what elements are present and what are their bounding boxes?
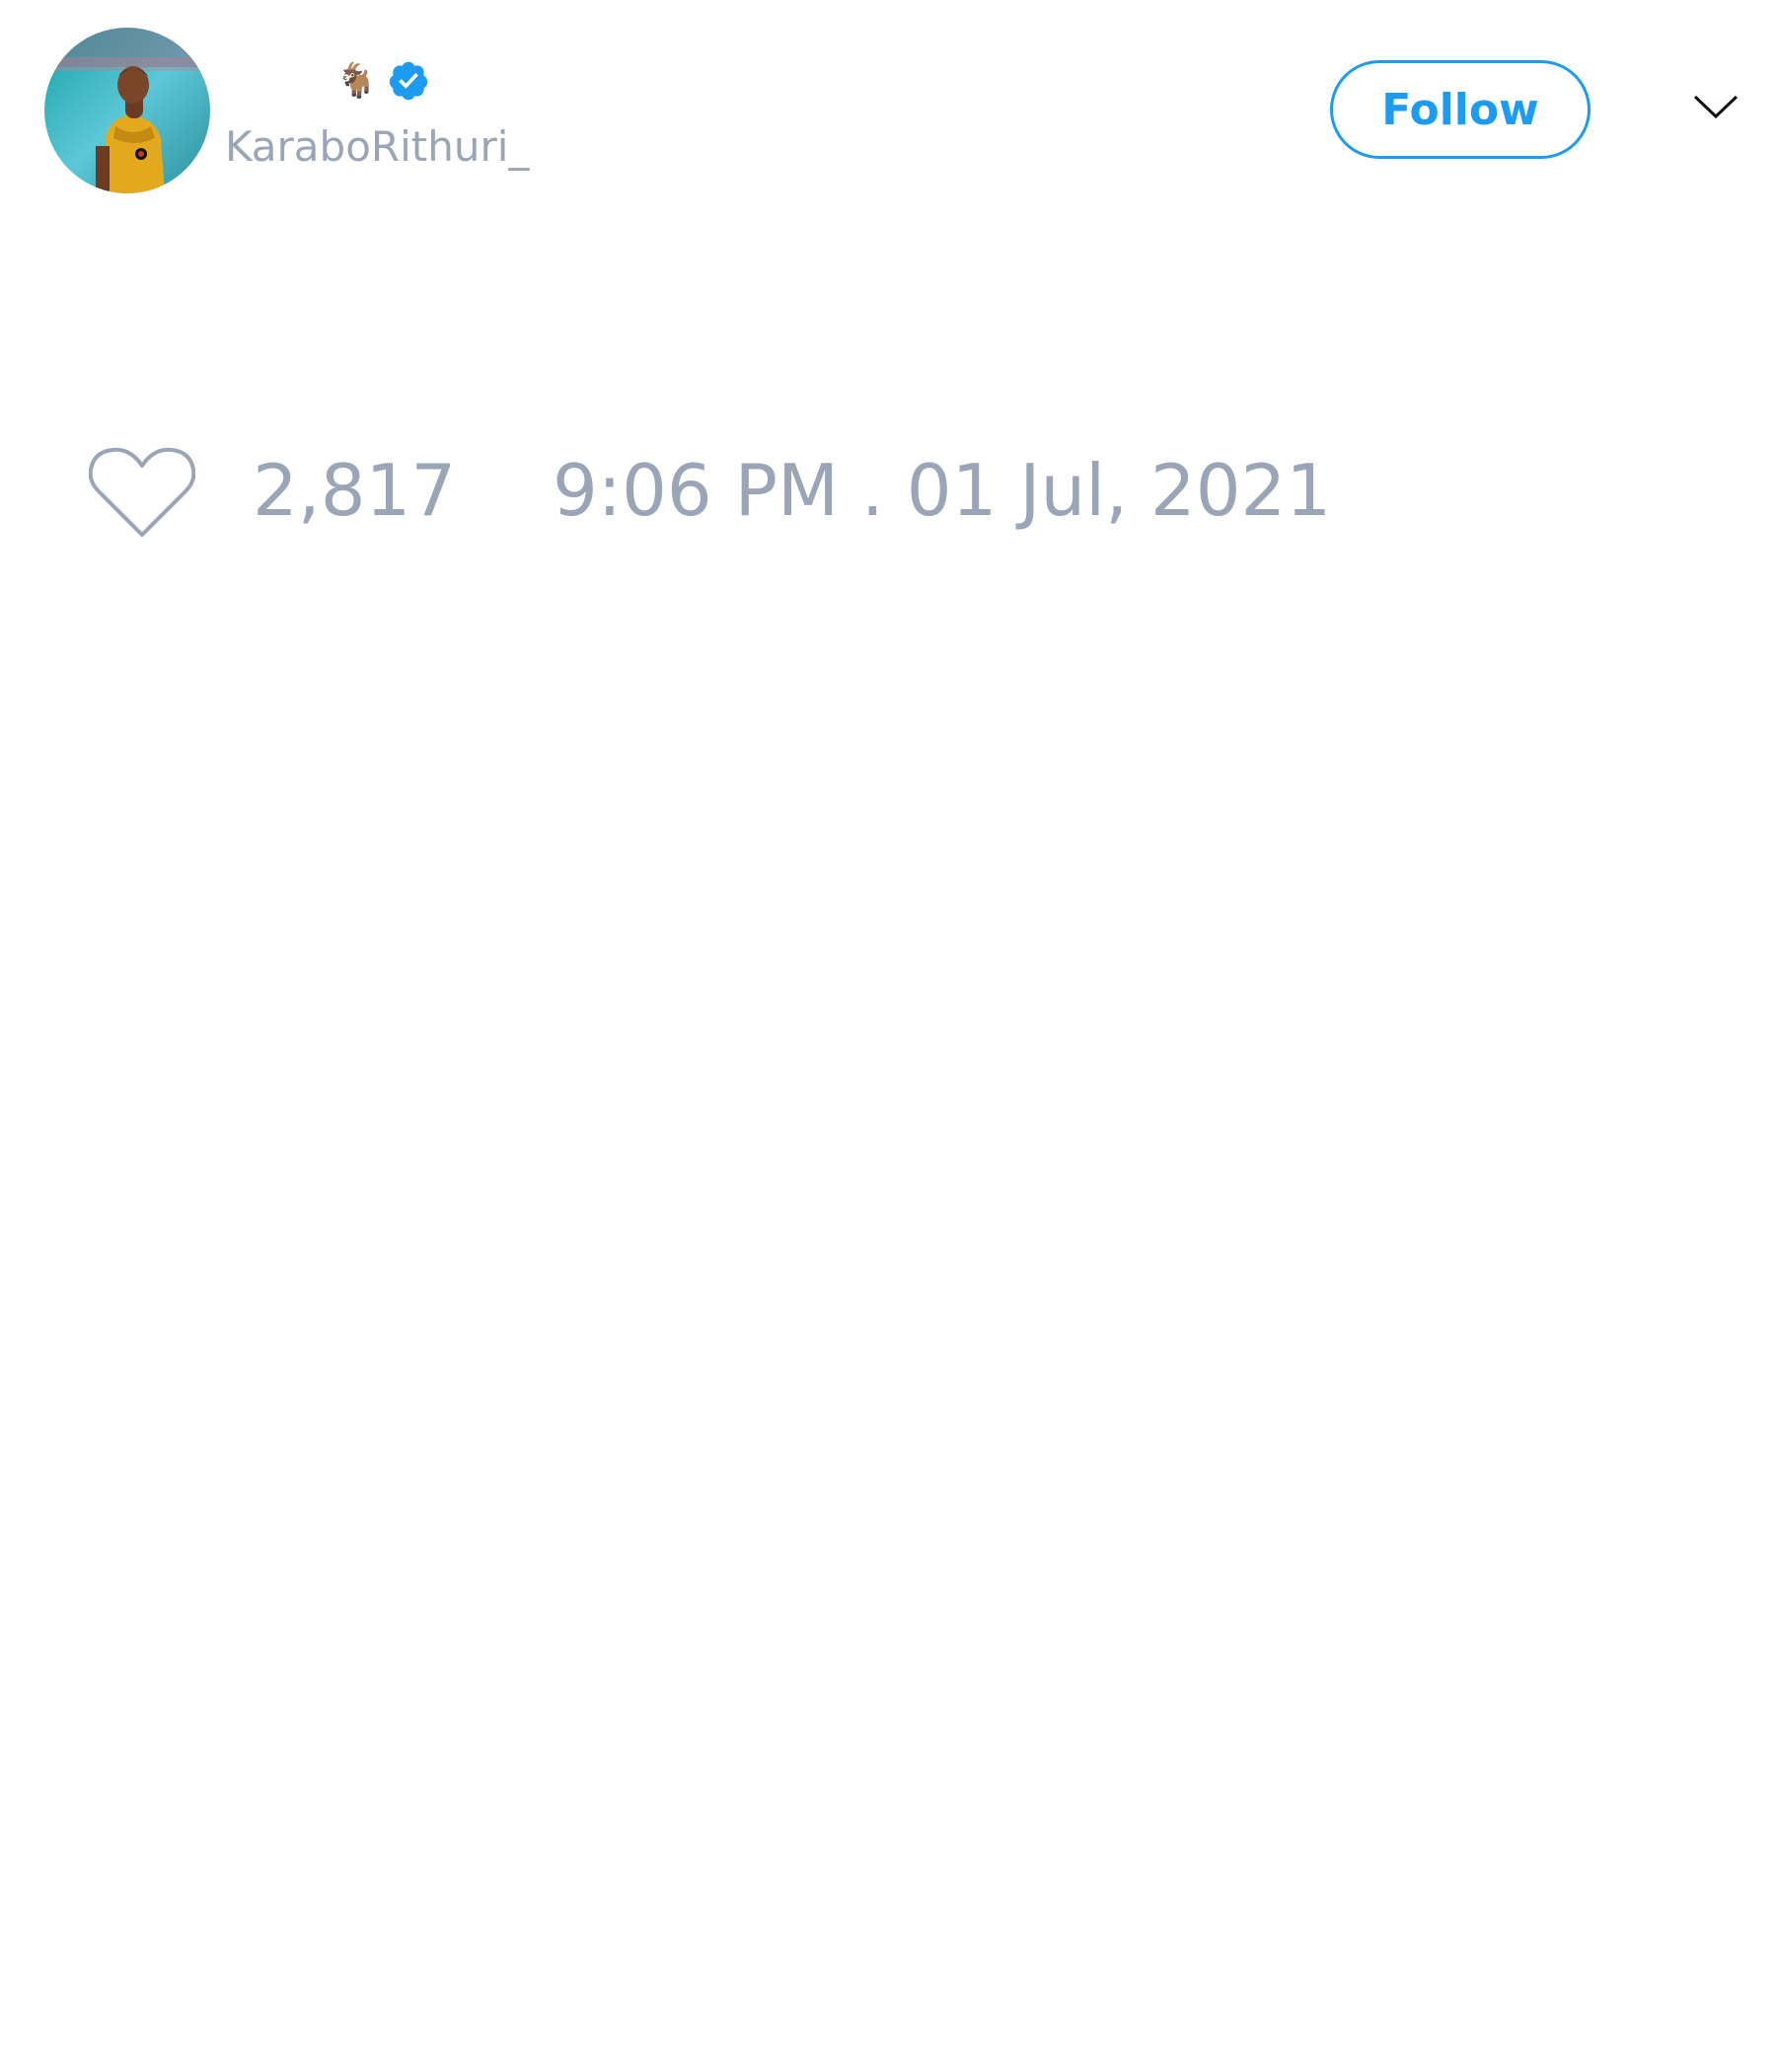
follow-button[interactable]: Follow xyxy=(1330,60,1591,159)
heart-outline-icon[interactable] xyxy=(89,446,195,541)
tweet-timestamp[interactable]: 9:06 PM . 01 Jul, 2021 xyxy=(553,451,1331,530)
avatar-photo xyxy=(44,28,210,193)
tweet-card: 🐐 KaraboRithuri_ Follow 2,817 9:06 PM . … xyxy=(0,0,1776,2072)
user-handle[interactable]: KaraboRithuri_ xyxy=(225,123,529,170)
avatar[interactable] xyxy=(44,28,210,193)
chevron-down-icon[interactable] xyxy=(1692,91,1739,122)
verified-badge-icon xyxy=(387,59,430,103)
goat-emoji: 🐐 xyxy=(335,61,378,101)
like-count: 2,817 xyxy=(253,449,457,532)
display-name-row: 🐐 xyxy=(335,57,430,105)
